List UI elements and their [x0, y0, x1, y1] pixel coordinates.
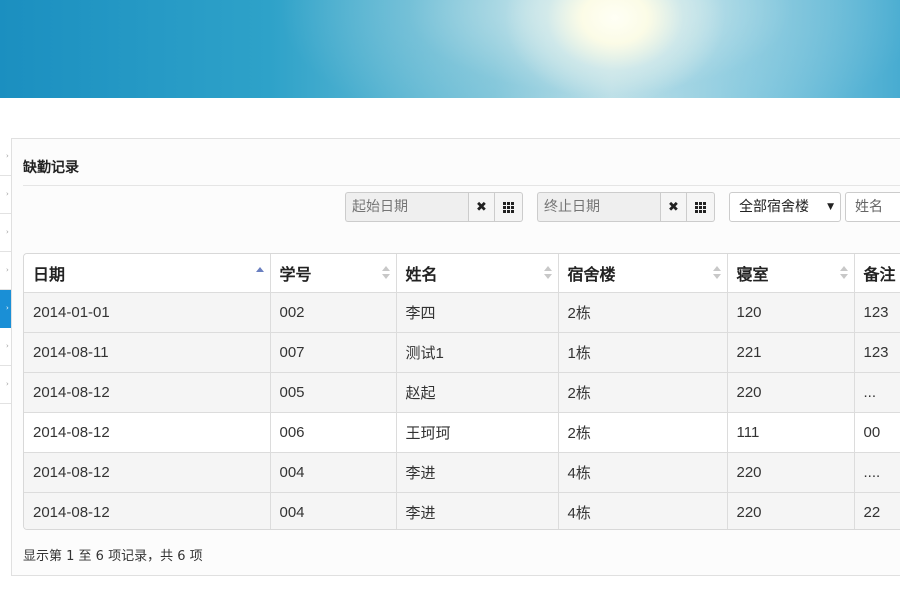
building-select-value: 全部宿舍楼 — [739, 199, 809, 215]
sidebar-item[interactable]: › — [0, 138, 11, 176]
end-date-input[interactable] — [537, 192, 660, 222]
cell-date: 2014-08-12 — [24, 372, 271, 413]
cell-building: 2栋 — [558, 292, 728, 333]
column-header-name[interactable]: 姓名 — [396, 254, 559, 293]
end-date-group: ✖ — [537, 192, 715, 222]
cell-remark: 00 — [854, 412, 900, 453]
cell-name: 李进 — [396, 452, 559, 493]
cell-building: 4栋 — [558, 492, 728, 529]
cell-room: 220 — [727, 452, 855, 493]
end-date-calendar-button[interactable] — [687, 192, 715, 222]
column-header-date[interactable]: 日期 — [24, 254, 271, 293]
start-date-clear-button[interactable]: ✖ — [468, 192, 495, 222]
cell-name: 王珂珂 — [396, 412, 559, 453]
cell-student-id: 005 — [270, 372, 397, 413]
th-icon — [695, 201, 706, 213]
column-header-student-id[interactable]: 学号 — [270, 254, 397, 293]
table-row[interactable]: 2014-08-12 005 赵起 2栋 220 ... — [24, 372, 900, 413]
sort-icon — [712, 264, 721, 282]
sort-asc-icon — [255, 264, 264, 282]
chevron-right-icon: › — [6, 190, 9, 198]
building-select[interactable]: 全部宿舍楼 ▼ — [729, 192, 841, 222]
times-icon: ✖ — [476, 199, 487, 215]
cell-date: 2014-08-12 — [24, 492, 271, 529]
chevron-right-icon: › — [6, 266, 9, 274]
cell-student-id: 007 — [270, 332, 397, 373]
table-row[interactable]: 2014-08-12 006 王珂珂 2栋 111 00 — [24, 412, 900, 453]
sidebar-item[interactable]: › — [0, 176, 11, 214]
cell-remark: 22 — [854, 492, 900, 529]
sidebar-item[interactable]: › — [0, 366, 11, 404]
cell-room: 220 — [727, 372, 855, 413]
end-date-clear-button[interactable]: ✖ — [660, 192, 687, 222]
cell-student-id: 006 — [270, 412, 397, 453]
cell-remark: .... — [854, 452, 900, 493]
table-info-text: 显示第 1 至 6 项记录，共 6 项 — [23, 549, 203, 564]
cell-name: 李四 — [396, 292, 559, 333]
cell-room: 220 — [727, 492, 855, 529]
cell-room: 111 — [727, 412, 855, 453]
cell-remark: 123 — [854, 292, 900, 333]
column-header-remark[interactable]: 备注 — [854, 254, 900, 293]
column-header-building[interactable]: 宿舍楼 — [558, 254, 728, 293]
table-header-row: 日期 学号 姓名 宿舍楼 寝室 备注 — [24, 254, 900, 293]
cell-date: 2014-01-01 — [24, 292, 271, 333]
cell-name: 李进 — [396, 492, 559, 529]
sidebar-item-active[interactable]: › — [0, 290, 11, 328]
chevron-right-icon: › — [6, 380, 9, 388]
cell-name: 赵起 — [396, 372, 559, 413]
table-row[interactable]: 2014-08-12 004 李进 4栋 220 22 — [24, 492, 900, 529]
cell-remark: 123 — [854, 332, 900, 373]
chevron-right-icon: › — [6, 228, 9, 236]
panel-divider — [23, 185, 900, 186]
cell-room: 221 — [727, 332, 855, 373]
cell-student-id: 002 — [270, 292, 397, 333]
name-input[interactable]: 姓名 — [845, 192, 900, 222]
cell-building: 2栋 — [558, 412, 728, 453]
table-row[interactable]: 2014-01-01 002 李四 2栋 120 123 — [24, 292, 900, 333]
cell-building: 1栋 — [558, 332, 728, 373]
start-date-input[interactable] — [345, 192, 468, 222]
cell-name: 测试1 — [396, 332, 559, 373]
table-row[interactable]: 2014-08-12 004 李进 4栋 220 .... — [24, 452, 900, 493]
chevron-right-icon: › — [6, 342, 9, 350]
absence-panel: 缺勤记录 ✖ ✖ 全部宿舍楼 ▼ 姓名 — [11, 138, 900, 576]
cell-student-id: 004 — [270, 452, 397, 493]
column-header-room[interactable]: 寝室 — [727, 254, 855, 293]
cell-remark: ... — [854, 372, 900, 413]
sidebar-item[interactable]: › — [0, 214, 11, 252]
cell-building: 4栋 — [558, 452, 728, 493]
th-icon — [503, 201, 514, 213]
start-date-calendar-button[interactable] — [495, 192, 523, 222]
chevron-right-icon: › — [6, 152, 9, 160]
panel-title: 缺勤记录 — [23, 160, 79, 176]
sidebar-item[interactable]: › — [0, 328, 11, 366]
table-row[interactable]: 2014-08-11 007 测试1 1栋 221 123 — [24, 332, 900, 373]
start-date-group: ✖ — [345, 192, 523, 222]
cell-date: 2014-08-12 — [24, 452, 271, 493]
sort-icon — [381, 264, 390, 282]
cell-room: 120 — [727, 292, 855, 333]
chevron-right-icon: › — [6, 304, 9, 312]
cell-student-id: 004 — [270, 492, 397, 529]
sort-icon — [839, 264, 848, 282]
sort-icon — [543, 264, 552, 282]
cell-date: 2014-08-12 — [24, 412, 271, 453]
absence-table: 日期 学号 姓名 宿舍楼 寝室 备注 2014-01-01 002 李四 2栋 … — [23, 253, 900, 530]
cell-building: 2栋 — [558, 372, 728, 413]
cell-date: 2014-08-11 — [24, 332, 271, 373]
times-icon: ✖ — [668, 199, 679, 215]
header-banner — [0, 0, 900, 98]
caret-down-icon: ▼ — [827, 202, 834, 212]
sidebar-item[interactable]: › — [0, 252, 11, 290]
